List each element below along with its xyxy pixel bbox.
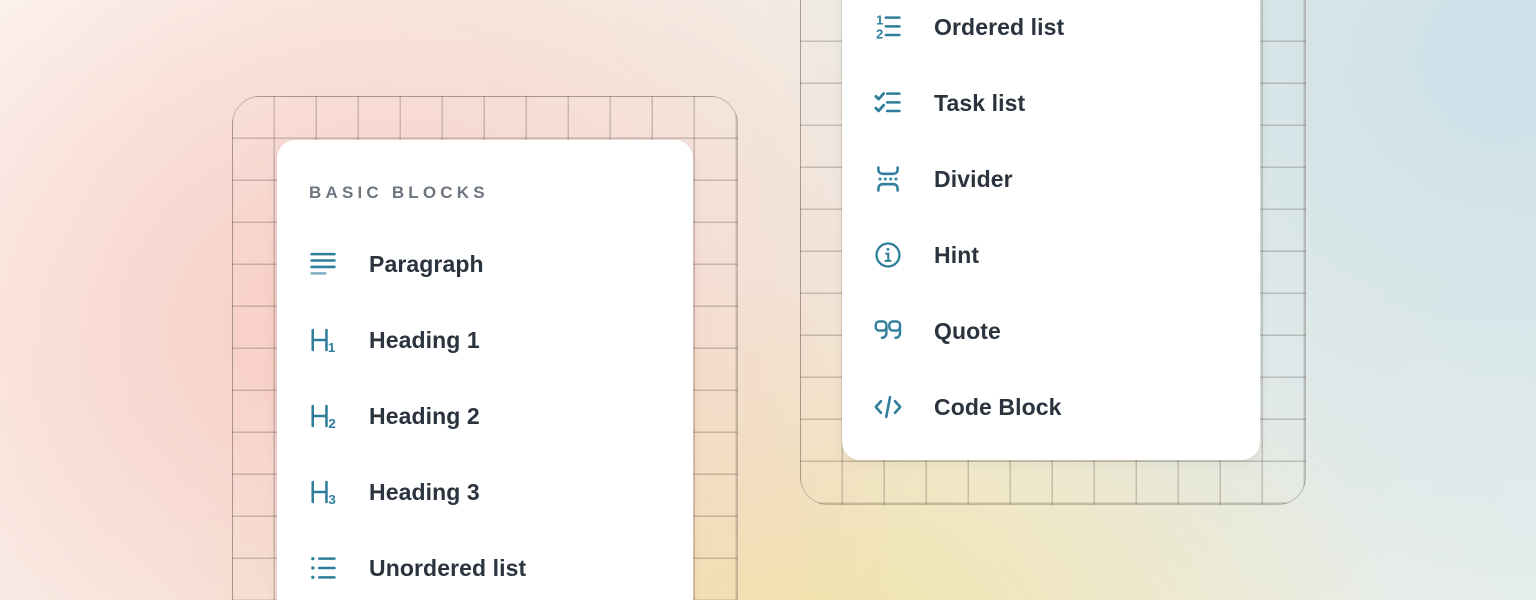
ordered-list-icon <box>872 11 904 43</box>
menu-item-divider[interactable]: Divider <box>842 141 1260 217</box>
menu-item-task-list[interactable]: Task list <box>842 65 1260 141</box>
menu-item-label: Code Block <box>934 394 1062 421</box>
menu-item-unordered-list[interactable]: Unordered list <box>277 530 693 600</box>
menu-item-label: Heading 1 <box>369 327 480 354</box>
menu-item-code-block[interactable]: Code Block <box>842 369 1260 445</box>
menu-item-ordered-list[interactable]: Ordered list <box>842 0 1260 65</box>
heading-2-icon <box>307 400 339 432</box>
menu-item-label: Paragraph <box>369 251 484 278</box>
menu-item-list: Paragraph Heading 1 Heading 2 Heading 3 … <box>277 226 693 600</box>
canvas: BASIC BLOCKS Paragraph Heading 1 Heading… <box>0 0 1536 600</box>
quote-icon <box>872 315 904 347</box>
menu-item-heading-2[interactable]: Heading 2 <box>277 378 693 454</box>
menu-item-label: Quote <box>934 318 1001 345</box>
paragraph-icon <box>307 248 339 280</box>
menu-item-quote[interactable]: Quote <box>842 293 1260 369</box>
menu-item-label: Heading 3 <box>369 479 480 506</box>
menu-item-list: Ordered list Task list Divider Hint Quot… <box>842 0 1260 445</box>
task-list-icon <box>872 87 904 119</box>
menu-item-label: Unordered list <box>369 555 526 582</box>
menu-item-paragraph[interactable]: Paragraph <box>277 226 693 302</box>
divider-icon <box>872 163 904 195</box>
menu-item-hint[interactable]: Hint <box>842 217 1260 293</box>
menu-item-label: Hint <box>934 242 979 269</box>
section-label: BASIC BLOCKS <box>277 170 693 216</box>
menu-item-heading-3[interactable]: Heading 3 <box>277 454 693 530</box>
menu-item-label: Task list <box>934 90 1025 117</box>
menu-item-heading-1[interactable]: Heading 1 <box>277 302 693 378</box>
hint-icon <box>872 239 904 271</box>
heading-1-icon <box>307 324 339 356</box>
menu-item-label: Heading 2 <box>369 403 480 430</box>
menu-item-label: Ordered list <box>934 14 1064 41</box>
menu-item-label: Divider <box>934 166 1013 193</box>
unordered-list-icon <box>307 552 339 584</box>
code-block-icon <box>872 391 904 423</box>
blocks-menu-continued: Ordered list Task list Divider Hint Quot… <box>842 0 1260 460</box>
basic-blocks-menu: BASIC BLOCKS Paragraph Heading 1 Heading… <box>277 140 693 600</box>
heading-3-icon <box>307 476 339 508</box>
